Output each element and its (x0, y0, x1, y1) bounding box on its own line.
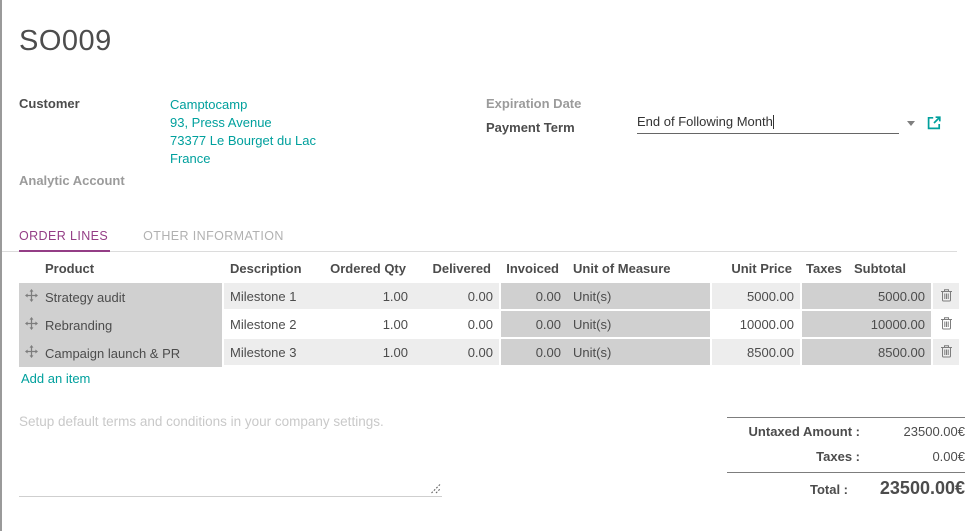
customer-address-line1[interactable]: 93, Press Avenue (170, 114, 316, 132)
delivered-cell[interactable]: 0.00 (414, 339, 499, 367)
move-icon[interactable] (25, 345, 38, 361)
dropdown-caret-icon[interactable] (907, 121, 915, 126)
customer-link[interactable]: Camptocamp 93, Press Avenue 73377 Le Bou… (170, 96, 316, 168)
taxes-cell (800, 283, 848, 311)
notebook-tabs: ORDER LINES OTHER INFORMATION (2, 229, 957, 252)
page-title: SO009 (19, 25, 112, 57)
move-icon[interactable] (25, 317, 38, 333)
delete-row-cell[interactable] (933, 283, 959, 311)
subtotal-cell: 5000.00 (848, 283, 933, 311)
table-row[interactable]: Strategy audit Milestone 1 1.00 0.00 0.0… (19, 283, 959, 311)
drag-handle-cell[interactable] (19, 339, 39, 367)
taxes-row: Taxes : 0.00€ (727, 443, 965, 468)
product-cell[interactable]: Rebranding (39, 311, 224, 339)
uom-cell: Unit(s) (567, 311, 712, 339)
payment-term-field[interactable]: End of Following Month (637, 114, 942, 134)
unit-price-cell[interactable]: 5000.00 (712, 283, 800, 311)
table-row[interactable]: Rebranding Milestone 2 1.00 0.00 0.00 Un… (19, 311, 959, 339)
invoiced-cell: 0.00 (499, 283, 567, 311)
analytic-account-label: Analytic Account (19, 173, 125, 188)
total-value: 23500.00€ (879, 478, 965, 498)
delete-column-header (933, 257, 959, 283)
payment-term-label: Payment Term (486, 120, 575, 135)
column-header-ordered-qty[interactable]: Ordered Qty (322, 257, 414, 283)
invoiced-cell: 0.00 (499, 339, 567, 367)
uom-cell: Unit(s) (567, 283, 712, 311)
untaxed-amount-label: Untaxed Amount : (748, 424, 860, 439)
untaxed-amount-value: 23500.00€ (903, 424, 965, 439)
totals-panel: Untaxed Amount : 23500.00€ Taxes : 0.00€… (727, 417, 965, 503)
column-header-description[interactable]: Description (224, 257, 322, 283)
tab-other-information[interactable]: OTHER INFORMATION (143, 229, 286, 251)
external-link-icon[interactable] (926, 115, 942, 131)
delete-row-cell[interactable] (933, 311, 959, 339)
product-cell[interactable]: Campaign launch & PR (39, 339, 224, 367)
delete-row-cell[interactable] (933, 339, 959, 367)
terms-textarea[interactable]: Setup default terms and conditions in yo… (19, 405, 442, 497)
move-icon[interactable] (25, 289, 38, 305)
trash-icon[interactable] (940, 344, 953, 361)
expiration-date-label: Expiration Date (486, 96, 582, 111)
delivered-cell[interactable]: 0.00 (414, 311, 499, 339)
payment-term-value[interactable]: End of Following Month (637, 114, 773, 129)
sale-order-form: SO009 Customer Camptocamp 93, Press Aven… (0, 0, 972, 531)
drag-handle-cell[interactable] (19, 311, 39, 339)
customer-address-line3[interactable]: France (170, 150, 316, 168)
resize-handle-icon[interactable] (430, 483, 441, 494)
add-an-item-link[interactable]: Add an item (21, 371, 90, 386)
untaxed-amount-row: Untaxed Amount : 23500.00€ (727, 418, 965, 443)
column-header-uom[interactable]: Unit of Measure (567, 257, 712, 283)
tab-order-lines[interactable]: ORDER LINES (19, 229, 111, 252)
customer-label: Customer (19, 96, 80, 111)
terms-placeholder: Setup default terms and conditions in yo… (19, 414, 384, 429)
total-row: Total : 23500.00€ (727, 472, 965, 503)
handle-column-header (19, 257, 39, 283)
product-cell[interactable]: Strategy audit (39, 283, 224, 311)
column-header-taxes[interactable]: Taxes (800, 257, 848, 283)
taxes-cell (800, 339, 848, 367)
taxes-cell (800, 311, 848, 339)
invoiced-cell: 0.00 (499, 311, 567, 339)
unit-price-cell[interactable]: 10000.00 (712, 311, 800, 339)
subtotal-cell: 10000.00 (848, 311, 933, 339)
text-cursor (772, 115, 774, 129)
trash-icon[interactable] (940, 288, 953, 305)
column-header-delivered[interactable]: Delivered (414, 257, 499, 283)
ordered-qty-cell[interactable]: 1.00 (322, 311, 414, 339)
column-header-subtotal[interactable]: Subtotal (848, 257, 933, 283)
trash-icon[interactable] (940, 316, 953, 333)
column-header-product[interactable]: Product (39, 257, 224, 283)
taxes-value: 0.00€ (932, 449, 965, 464)
column-header-invoiced[interactable]: Invoiced (499, 257, 567, 283)
column-header-unit-price[interactable]: Unit Price (712, 257, 800, 283)
subtotal-cell: 8500.00 (848, 339, 933, 367)
ordered-qty-cell[interactable]: 1.00 (322, 339, 414, 367)
description-cell[interactable]: Milestone 3 (224, 339, 322, 367)
uom-cell: Unit(s) (567, 339, 712, 367)
taxes-label: Taxes : (816, 449, 860, 464)
unit-price-cell[interactable]: 8500.00 (712, 339, 800, 367)
description-cell[interactable]: Milestone 1 (224, 283, 322, 311)
table-row[interactable]: Campaign launch & PR Milestone 3 1.00 0.… (19, 339, 959, 367)
total-label: Total : (809, 482, 848, 497)
payment-term-input[interactable]: End of Following Month (637, 114, 899, 134)
ordered-qty-cell[interactable]: 1.00 (322, 283, 414, 311)
customer-name[interactable]: Camptocamp (170, 96, 316, 114)
drag-handle-cell[interactable] (19, 283, 39, 311)
delivered-cell[interactable]: 0.00 (414, 283, 499, 311)
customer-address-line2[interactable]: 73377 Le Bourget du Lac (170, 132, 316, 150)
table-header-row: Product Description Ordered Qty Delivere… (19, 257, 959, 283)
description-cell[interactable]: Milestone 2 (224, 311, 322, 339)
order-lines-table: Product Description Ordered Qty Delivere… (19, 257, 959, 367)
